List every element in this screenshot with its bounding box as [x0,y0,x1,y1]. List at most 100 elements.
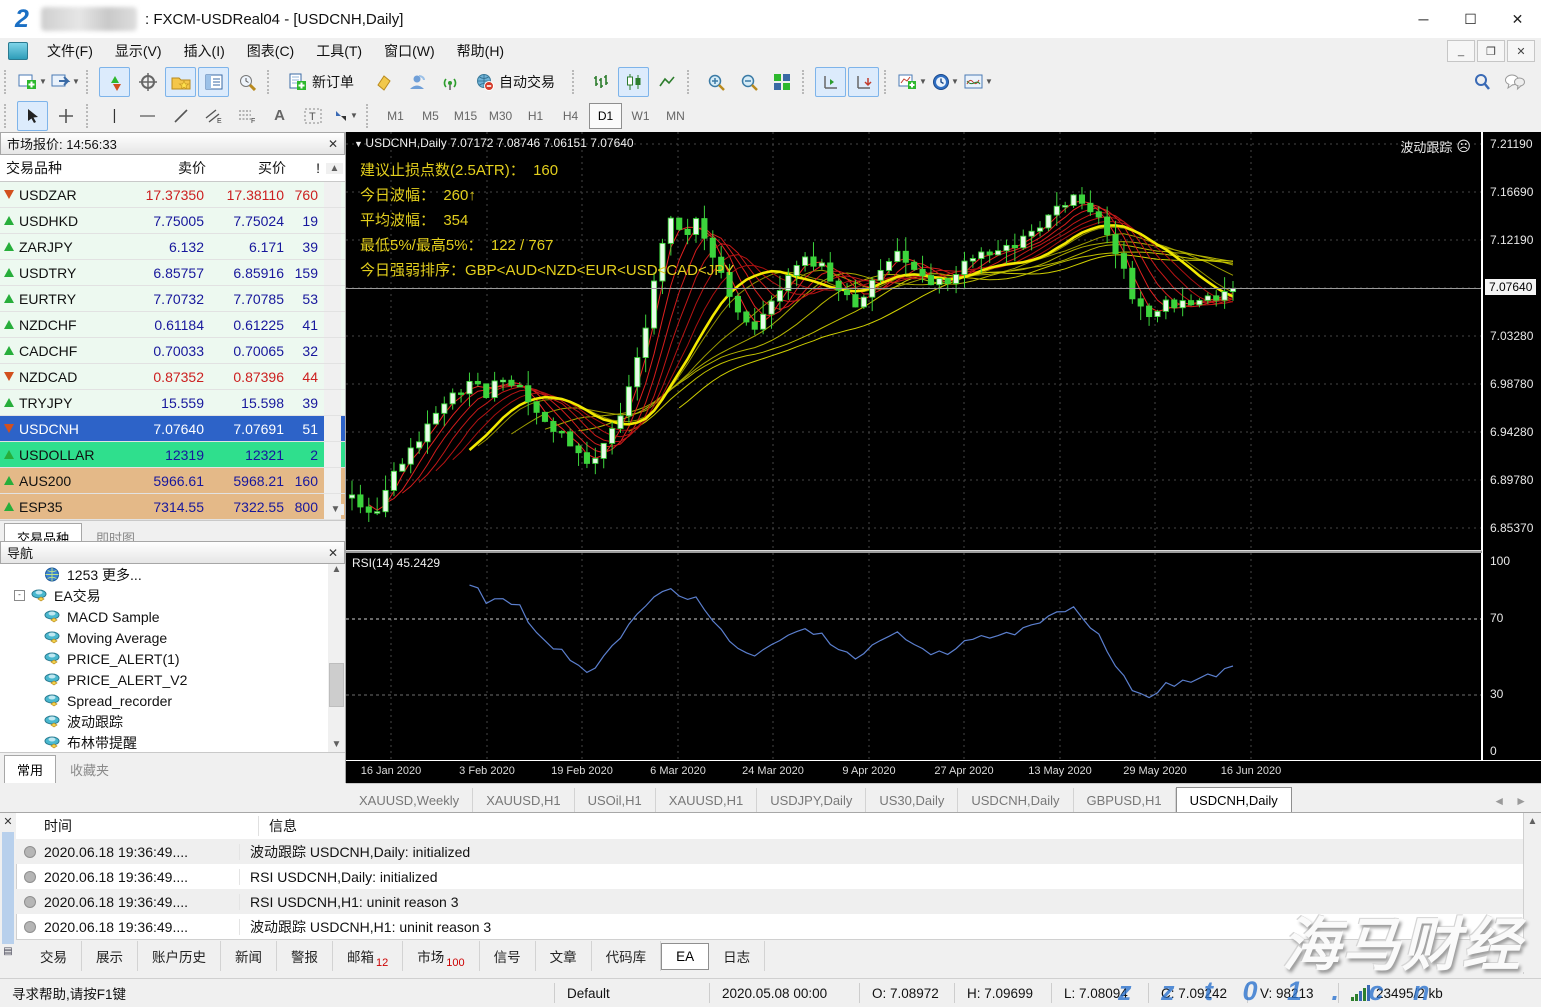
chart-shift-button[interactable] [815,66,846,97]
column-symbol[interactable]: 交易品种 [0,158,128,178]
market-row-eurtry[interactable]: EURTRY 7.70732 7.70785 53 [0,286,345,312]
navigator-item-4[interactable]: PRICE_ALERT(1) [0,648,345,669]
date-axis[interactable]: 16 Jan 2020 3 Feb 2020 19 Feb 2020 6 Mar 20… [346,760,1541,784]
terminal-tab-8[interactable]: 文章 [536,941,592,971]
market-row-tryjpy[interactable]: TRYJPY 15.559 15.598 39 [0,390,345,416]
terminal-toggle[interactable] [198,66,229,97]
signals-button[interactable] [434,67,465,97]
bar-chart-button[interactable] [585,67,616,97]
price-axis[interactable]: 7.21190 7.16690 7.12190 7.07640 7.03280 6.987… [1482,132,1541,760]
navigator-scrollbar[interactable]: ▲ ▼ [328,564,345,752]
navigator-item-8[interactable]: 布林带提醒 [0,732,345,752]
candlestick-button[interactable] [618,66,649,97]
scroll-up-arrow[interactable]: ▲ [1528,816,1538,827]
scroll-track[interactable] [324,364,341,389]
toolbar-grip[interactable] [687,69,696,94]
strategy-tester-button[interactable] [231,67,262,97]
navigator-item-1[interactable]: - EA交易 [0,585,345,606]
toolbar-grip[interactable] [884,69,893,94]
market-row-nzdcad[interactable]: NZDCAD 0.87352 0.87396 44 [0,364,345,390]
menu-item-0[interactable]: 文件(F) [36,39,104,63]
scroll-track[interactable] [324,208,341,233]
navigator-item-0[interactable]: 1253 更多... [0,564,345,585]
toolbar-grip[interactable] [4,103,13,128]
column-bid[interactable]: 卖价 [128,158,210,178]
chart-tab-8[interactable]: USDCNH,Daily [1175,787,1292,813]
tab-favorites[interactable]: 收藏夹 [58,756,121,783]
mdi-minimize-button[interactable]: _ [1447,40,1475,62]
scrollbar-thumb[interactable] [329,663,344,707]
chart-tab-3[interactable]: XAUUSD,H1 [656,788,758,813]
close-icon[interactable]: ✕ [328,137,338,151]
indicators-button[interactable]: ▼ [897,67,928,97]
scroll-up-arrow[interactable]: ▲ [332,564,342,575]
timeframe-m30[interactable]: M30 [484,103,517,129]
close-button[interactable]: ✕ [1494,0,1541,38]
navigator-item-3[interactable]: Moving Average [0,627,345,648]
tree-expander-icon[interactable]: - [14,590,25,601]
toolbar-grip[interactable] [4,69,13,94]
status-profile[interactable]: Default [555,983,710,1003]
timeframe-m1[interactable]: M1 [379,103,412,129]
search-button[interactable] [1466,67,1497,97]
scroll-left-arrow[interactable]: ◄ [1493,794,1505,808]
scroll-up-arrow[interactable]: ▲ [326,162,343,174]
scroll-track[interactable] [324,312,341,337]
terminal-tab-1[interactable]: 展示 [82,941,138,971]
menu-item-6[interactable]: 帮助(H) [446,39,515,63]
chart-tab-0[interactable]: XAUUSD,Weekly [346,788,474,813]
navigator-item-2[interactable]: MACD Sample [0,606,345,627]
arrows-tool-button[interactable]: ▼ [330,101,361,131]
market-row-usdollar[interactable]: USDOLLAR 12319 12321 2 [0,442,345,468]
trendline-tool-button[interactable] [165,101,196,131]
close-icon[interactable]: ✕ [0,815,16,828]
tab-common[interactable]: 常用 [4,755,57,783]
navigator-item-5[interactable]: PRICE_ALERT_V2 [0,669,345,690]
timeframe-d1[interactable]: D1 [589,102,622,129]
auto-scroll-button[interactable] [848,66,879,97]
terminal-tab-3[interactable]: 新闻 [221,941,277,971]
indicator-face-icon[interactable]: ☹ [1456,138,1471,155]
market-watch-toggle[interactable] [99,66,130,97]
journal-row-0[interactable]: 2020.06.18 19:36:49.... 波动跟踪 USDCNH,Daily… [16,839,1524,864]
toolbar-grip[interactable] [802,69,811,94]
journal-row-3[interactable]: 2020.06.18 19:36:49.... 波动跟踪 USDCNH,H1: u… [16,914,1524,939]
zoom-in-button[interactable] [700,67,731,97]
rsi-chart[interactable] [346,553,1482,760]
tile-windows-button[interactable] [766,67,797,97]
timeframe-w1[interactable]: W1 [624,103,657,129]
menu-item-5[interactable]: 窗口(W) [373,39,446,63]
chart-area[interactable]: ▼ USDCNH,Daily 7.07172 7.08746 7.06151 7… [346,132,1541,783]
line-chart-button[interactable] [651,67,682,97]
market-row-usdtry[interactable]: USDTRY 6.85757 6.85916 159 [0,260,345,286]
scroll-down-arrow[interactable]: ▼ [332,739,342,750]
minimize-button[interactable]: ─ [1400,0,1447,38]
channel-tool-button[interactable]: E [198,101,229,131]
crosshair-tool-button[interactable] [50,101,81,131]
menu-item-1[interactable]: 显示(V) [104,39,173,63]
community-button[interactable] [401,67,432,97]
terminal-tab-4[interactable]: 警报 [277,941,333,971]
scroll-track[interactable] [324,390,341,415]
scroll-right-arrow[interactable]: ► [1515,794,1527,808]
journal-row-1[interactable]: 2020.06.18 19:36:49.... RSI USDCNH,Daily:… [16,864,1524,889]
vertical-line-tool-button[interactable]: | [99,101,130,131]
scroll-track[interactable] [324,286,341,311]
column-message[interactable]: 信息 [259,816,297,836]
text-label-tool-button[interactable]: T [297,101,328,131]
toolbar-grip[interactable] [366,103,375,128]
new-chart-button[interactable]: ▼ [17,67,48,97]
market-row-esp35[interactable]: ESP35 7314.55 7322.55 800 [0,494,345,520]
horizontal-line-tool-button[interactable]: — [132,101,163,131]
market-row-nzdchf[interactable]: NZDCHF 0.61184 0.61225 41 [0,312,345,338]
chart-tab-7[interactable]: GBPUSD,H1 [1074,788,1176,813]
toolbar-grip[interactable] [86,103,95,128]
new-order-button[interactable]: 新订单 [280,67,366,97]
toolbar-grip[interactable] [572,69,581,94]
timeframe-m15[interactable]: M15 [449,103,482,129]
scroll-track[interactable] [324,338,341,363]
terminal-tab-7[interactable]: 信号 [480,941,536,971]
market-row-usdhkd[interactable]: USDHKD 7.75005 7.75024 19 [0,208,345,234]
maximize-button[interactable]: ☐ [1447,0,1494,38]
scroll-track[interactable] [324,468,341,493]
